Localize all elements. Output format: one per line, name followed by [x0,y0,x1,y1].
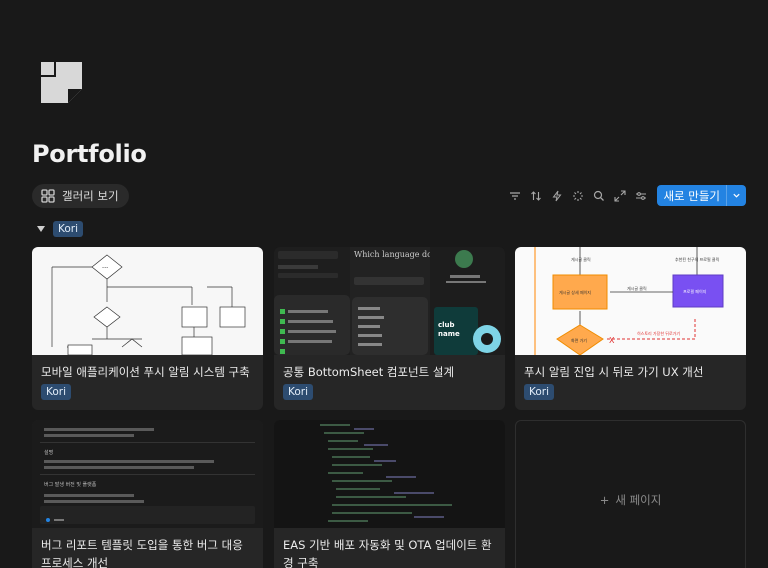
card-title: EAS 기반 배포 자동화 및 OTA 업데이트 환경 구축 [283,538,492,568]
card-title: 버그 리포트 템플릿 도입을 통한 버그 대응 프로세스 개선 [41,538,243,568]
svg-text:•••: ••• [102,266,108,270]
svg-text:name: name [438,330,460,338]
gallery-view-tab[interactable]: 갤러리 보기 [32,184,129,208]
plus-icon: + [599,493,610,507]
svg-text:추천된 친구의 프로필 클릭: 추천된 친구의 프로필 클릭 [675,256,720,262]
svg-text:히스토리 가장한 뒤로가기: 히스토리 가장한 뒤로가기 [637,330,680,336]
svg-text:프로필 페이지: 프로필 페이지 [683,288,707,294]
gallery-card[interactable]: ••• 모바일 애플리케이션 푸시 알림 시스템 구축 Kori [32,247,263,410]
svg-text:버그 발생 버전 및 플랫폼: 버그 발생 버전 및 플랫폼 [44,481,97,488]
view-tab-label: 갤러리 보기 [62,189,119,203]
new-page-label: 새 페이지 [615,493,662,507]
card-title: 푸시 알림 진입 시 뒤로 가기 UX 개선 [524,365,704,379]
settings-icon[interactable] [630,185,651,206]
svg-text:club: club [438,321,455,329]
card-tag: Kori [283,384,314,400]
toolbar: 새로 만들기 [504,185,746,206]
grid-icon [41,189,55,203]
automation-icon[interactable] [546,185,567,206]
group-tag: Kori [53,221,84,237]
search-icon[interactable] [588,185,609,206]
card-tag: Kori [41,384,72,400]
expand-icon[interactable] [609,185,630,206]
new-button-label[interactable]: 새로 만들기 [657,185,726,206]
card-title: 공통 BottomSheet 컴포넌트 설계 [283,365,455,379]
svg-text:설명: 설명 [44,449,53,456]
svg-text:게시글 상세 페이지: 게시글 상세 페이지 [559,289,591,295]
svg-text:화면 가기: 화면 가기 [571,337,587,343]
card-thumbnail: X 게시글 클릭 추천된 친구의 프로필 클릭 게시글 상세 페이지 게시글 클… [515,247,746,355]
gallery-card[interactable]: EAS 기반 배포 자동화 및 OTA 업데이트 환경 구축 [274,420,505,568]
gallery-card[interactable]: 설명 버그 발생 버전 및 플랫폼 버그 리포트 템플릿 도입을 통한 버그 대… [32,420,263,568]
card-thumbnail [274,420,505,528]
sort-icon[interactable] [525,185,546,206]
svg-text:X: X [609,336,615,345]
new-button[interactable]: 새로 만들기 [657,185,746,206]
toggle-triangle-icon[interactable] [37,226,45,232]
card-title: 모바일 애플리케이션 푸시 알림 시스템 구축 [41,365,250,379]
group-header[interactable]: Kori [37,221,84,237]
svg-text:게시글 클릭: 게시글 클릭 [627,285,647,291]
chevron-down-icon[interactable] [726,185,746,206]
new-page-button[interactable]: + 새 페이지 [515,420,746,568]
card-thumbnail: 설명 버그 발생 버전 및 플랫폼 [32,420,263,528]
card-thumbnail: Which language do you speak? club name [274,247,505,355]
svg-text:게시글 클릭: 게시글 클릭 [571,256,591,262]
card-thumbnail: ••• [32,247,263,355]
page-logo-icon [41,62,82,103]
ai-icon[interactable] [567,185,588,206]
page-title: Portfolio [32,140,147,168]
gallery-card[interactable]: Which language do you speak? club name 공… [274,247,505,410]
card-tag: Kori [524,384,555,400]
gallery-card[interactable]: X 게시글 클릭 추천된 친구의 프로필 클릭 게시글 상세 페이지 게시글 클… [515,247,746,410]
filter-icon[interactable] [504,185,525,206]
